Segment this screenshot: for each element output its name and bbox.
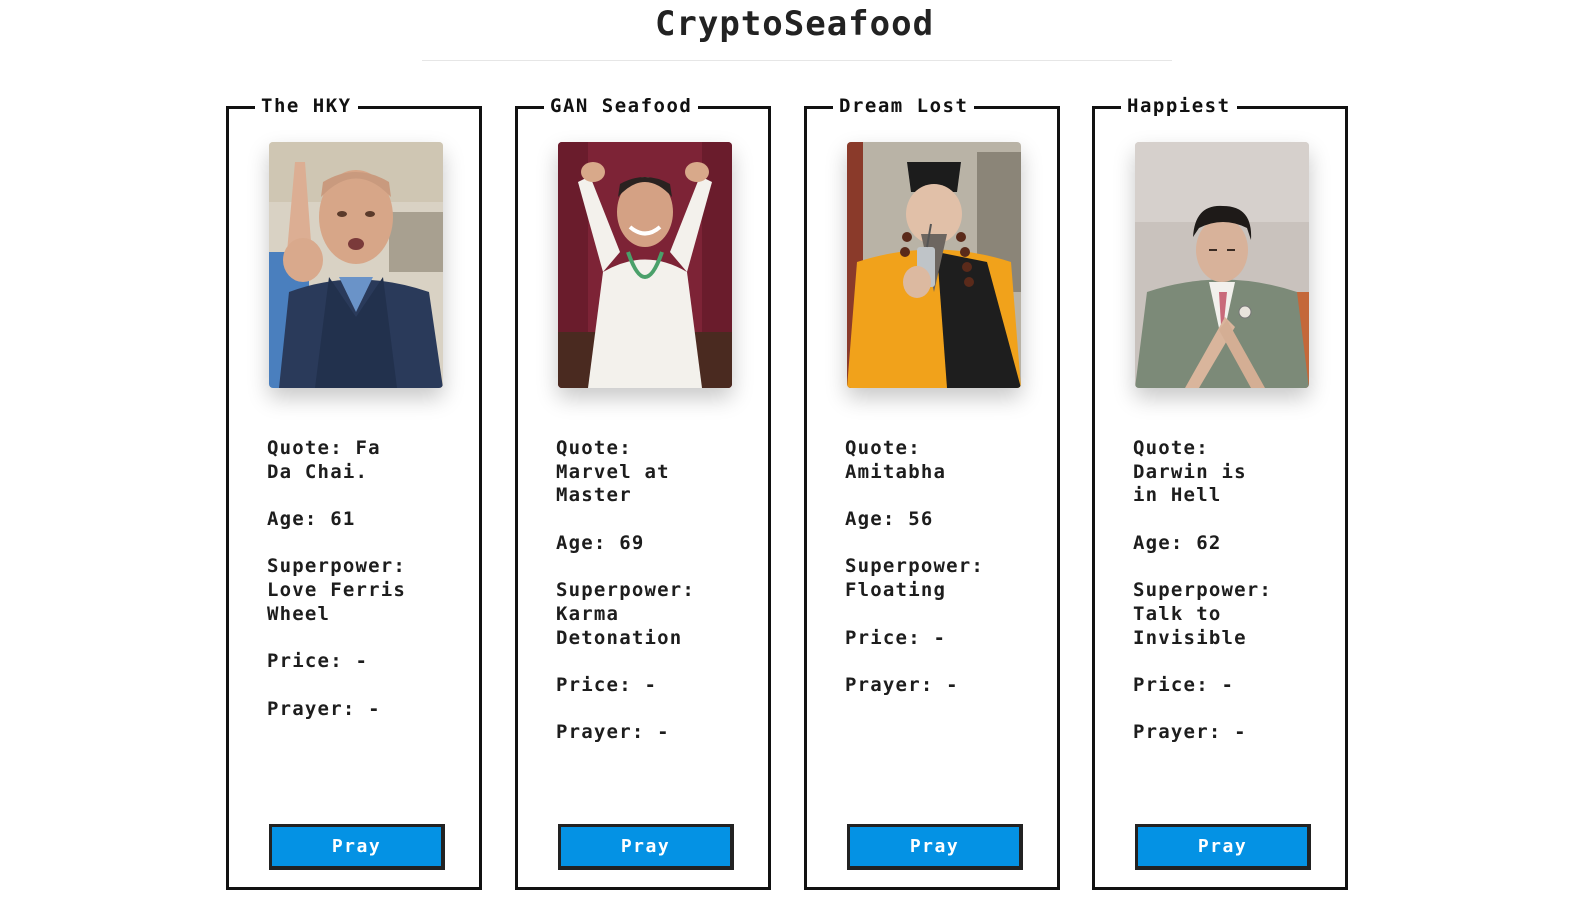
card-name: The HKY [255,93,358,119]
age-text: Age: 56 [845,508,934,531]
quote-text: Quote: Marvel at Master [556,437,670,507]
prayer-text: Prayer: - [845,673,959,696]
portrait-image [558,142,732,388]
superpower-text: Superpower: Talk to Invisible [1133,579,1273,649]
pray-button[interactable]: Pray [847,824,1023,870]
portrait-image [847,142,1021,388]
card-details: Quote: Amitabha Age: 56 Superpower: Floa… [845,437,1045,721]
card-details: Quote: Marvel at Master Age: 69 Superpow… [556,437,756,769]
price-text: Price: - [845,626,947,649]
pray-button[interactable]: Pray [558,824,734,870]
card-grid: The HKY Quote: Fa Da Chai. Age: 61 Super… [226,93,1372,906]
portrait-image [1135,142,1309,388]
price-text: Price: - [267,650,369,673]
prayer-text: Prayer: - [1133,721,1247,744]
age-text: Age: 61 [267,508,356,531]
quote-text: Quote: Fa Da Chai. [267,437,381,483]
prayer-text: Prayer: - [556,721,670,744]
pray-button[interactable]: Pray [269,824,445,870]
seafood-card: Dream Lost Quote: Amitabha Age: 56 Super… [804,93,1060,890]
seafood-card: GAN Seafood Quote: Marvel at Master Age:… [515,93,771,890]
site-title: CryptoSeafood [654,4,935,44]
card-details: Quote: Fa Da Chai. Age: 61 Superpower: L… [267,437,467,745]
age-text: Age: 69 [556,531,645,554]
card-name: GAN Seafood [544,93,699,119]
price-text: Price: - [1133,673,1235,696]
portrait-image [269,142,443,388]
page: CryptoSeafood The HKY Quote: Fa Da Chai.… [0,0,1589,915]
superpower-text: Superpower: Karma Detonation [556,579,696,649]
age-text: Age: 62 [1133,531,1222,554]
card-details: Quote: Darwin is in Hell Age: 62 Superpo… [1133,437,1333,769]
title-divider [422,60,1172,61]
quote-text: Quote: Darwin is in Hell [1133,437,1247,507]
superpower-text: Superpower: Love Ferris Wheel [267,555,407,625]
prayer-text: Prayer: - [267,697,381,720]
pray-button[interactable]: Pray [1135,824,1311,870]
card-name: Happiest [1121,93,1237,119]
quote-text: Quote: Amitabha [845,437,947,483]
seafood-card: The HKY Quote: Fa Da Chai. Age: 61 Super… [226,93,482,890]
card-name: Dream Lost [833,93,975,119]
seafood-card: Happiest Quote: Darwin is in Hell Age: 6… [1092,93,1348,890]
price-text: Price: - [556,673,658,696]
superpower-text: Superpower: Floating [845,555,985,602]
